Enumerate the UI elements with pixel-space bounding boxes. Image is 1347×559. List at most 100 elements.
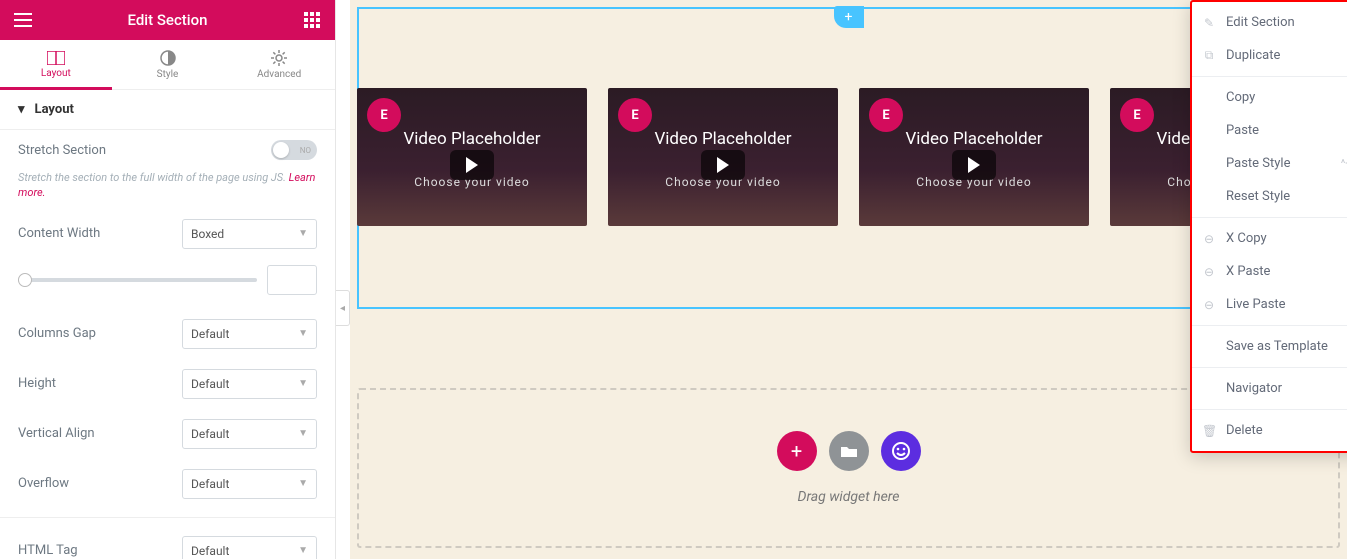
panel-body: Stretch Section NO Stretch the section t… [0, 130, 335, 559]
caret-down-icon: ▼ [298, 378, 308, 389]
width-slider[interactable] [18, 278, 257, 282]
ctx-item-delete[interactable]: 🗑Delete⌦ [1192, 414, 1347, 447]
ctx-item-label: Copy [1226, 90, 1255, 105]
select-value: Boxed [191, 227, 224, 241]
control-label: HTML Tag [18, 543, 168, 558]
ctx-item-label: Navigator [1226, 381, 1282, 396]
ctx-item-live-paste[interactable]: ⊖ Live Paste [1192, 288, 1347, 321]
content-width-select[interactable]: Boxed ▼ [182, 219, 317, 249]
select-value: Default [191, 327, 229, 341]
tab-layout[interactable]: Layout [0, 40, 112, 89]
add-global-button[interactable] [881, 431, 921, 471]
tab-advanced[interactable]: Advanced [223, 40, 335, 89]
control-columns-gap: Columns Gap Default ▼ [0, 309, 335, 359]
divider [0, 517, 335, 518]
hamburger-icon [14, 13, 32, 27]
caret-down-icon: ▼ [298, 228, 308, 239]
ctx-item-label: Edit Section [1226, 15, 1295, 30]
elementor-badge-icon: E [367, 98, 401, 132]
control-html-tag: HTML Tag Default ▼ [0, 526, 335, 559]
apps-grid-icon [304, 12, 320, 28]
ctx-item-navigator[interactable]: Navigator [1192, 372, 1347, 405]
dropzone-text: Drag widget here [798, 489, 900, 505]
section-add-button[interactable]: + [834, 6, 864, 28]
ctx-item-label: Live Paste [1226, 297, 1286, 312]
video-widget[interactable]: E Video Placeholder Choose your video [357, 88, 587, 226]
smile-icon [892, 442, 910, 460]
control-label: Stretch Section [18, 143, 168, 158]
hamburger-button[interactable] [0, 0, 46, 40]
tab-style[interactable]: Style [112, 40, 224, 89]
panel-header: Edit Section [0, 0, 335, 40]
panel-title: Edit Section [46, 11, 289, 29]
ctx-item-edit-section[interactable]: ✎ Edit Section [1192, 6, 1347, 39]
ctx-item-label: X Copy [1226, 231, 1267, 246]
ctx-item-label: Delete [1226, 423, 1263, 438]
panel-tabs: Layout Style Advanced [0, 40, 335, 90]
ctx-item-reset-style[interactable]: Reset Style [1192, 180, 1347, 213]
pencil-icon: ✎ [1202, 16, 1216, 30]
ctx-item-label: Reset Style [1226, 189, 1290, 204]
caret-down-icon: ▼ [298, 478, 308, 489]
editor-panel: Edit Section Layout Style [0, 0, 336, 559]
video-title: Video Placeholder [403, 129, 540, 149]
html-tag-select[interactable]: Default ▼ [182, 536, 317, 559]
control-height: Height Default ▼ [0, 359, 335, 409]
stretch-toggle[interactable]: NO [271, 140, 317, 160]
control-label: Overflow [18, 476, 168, 491]
layout-icon [47, 51, 65, 65]
duplicate-icon: ⧉ [1202, 48, 1216, 63]
columns-gap-select[interactable]: Default ▼ [182, 319, 317, 349]
caret-down-icon: ▾ [18, 102, 25, 117]
collapse-panel-button[interactable]: ◂ [336, 290, 350, 326]
section-header-layout[interactable]: ▾ Layout [0, 90, 335, 130]
ctx-item-paste[interactable]: Paste^+V [1192, 114, 1347, 147]
control-vertical-align: Vertical Align Default ▼ [0, 409, 335, 459]
add-section-button[interactable]: + [777, 431, 817, 471]
select-value: Default [191, 427, 229, 441]
select-value: Default [191, 544, 229, 558]
ctx-separator [1192, 325, 1347, 326]
width-number-input[interactable] [267, 265, 317, 295]
control-label: Content Width [18, 226, 168, 241]
add-template-button[interactable] [829, 431, 869, 471]
tab-label: Layout [41, 68, 71, 79]
video-widget[interactable]: E Video Placeholder Choose your video [608, 88, 838, 226]
ctx-item-label: Paste Style [1226, 156, 1290, 171]
editor-canvas: + E Video Placeholder Choose your video … [350, 0, 1347, 559]
gear-icon [271, 50, 287, 66]
dropzone-buttons: + [777, 431, 921, 471]
control-width-slider [0, 259, 335, 309]
ctx-item-label: X Paste [1226, 264, 1270, 279]
video-widget[interactable]: E Video Placeholder Choose your video [859, 88, 1089, 226]
ctx-separator [1192, 217, 1347, 218]
ctx-separator [1192, 367, 1347, 368]
plus-icon: + [845, 9, 853, 25]
control-label: Columns Gap [18, 326, 168, 341]
ctx-item-x-copy[interactable]: ⊖ X Copy [1192, 222, 1347, 255]
tab-label: Advanced [257, 69, 301, 80]
caret-down-icon: ▼ [298, 328, 308, 339]
style-icon [160, 50, 176, 66]
control-overflow: Overflow Default ▼ [0, 459, 335, 509]
ctx-item-paste-style[interactable]: Paste Style ^+⇧+V [1192, 147, 1347, 180]
ctx-item-duplicate[interactable]: ⧉Duplicate^+D [1192, 39, 1347, 72]
ctx-item-copy[interactable]: Copy^+C [1192, 81, 1347, 114]
globe-icon: ⊖ [1202, 265, 1216, 279]
globe-icon: ⊖ [1202, 232, 1216, 246]
ctx-item-label: Save as Template [1226, 339, 1328, 354]
ctx-item-label: Duplicate [1226, 48, 1280, 63]
height-select[interactable]: Default ▼ [182, 369, 317, 399]
play-icon [952, 150, 996, 180]
control-label: Vertical Align [18, 426, 168, 441]
overflow-select[interactable]: Default ▼ [182, 469, 317, 499]
control-content-width: Content Width Boxed ▼ [0, 209, 335, 259]
vertical-align-select[interactable]: Default ▼ [182, 419, 317, 449]
plus-icon: + [791, 439, 802, 463]
globe-icon: ⊖ [1202, 298, 1216, 312]
apps-button[interactable] [289, 0, 335, 40]
ctx-item-save-as-template[interactable]: Save as Template [1192, 330, 1347, 363]
ctx-item-shortcut: ^+⇧+V [1341, 157, 1347, 170]
slider-thumb[interactable] [18, 273, 32, 287]
ctx-item-x-paste[interactable]: ⊖ X Paste [1192, 255, 1347, 288]
